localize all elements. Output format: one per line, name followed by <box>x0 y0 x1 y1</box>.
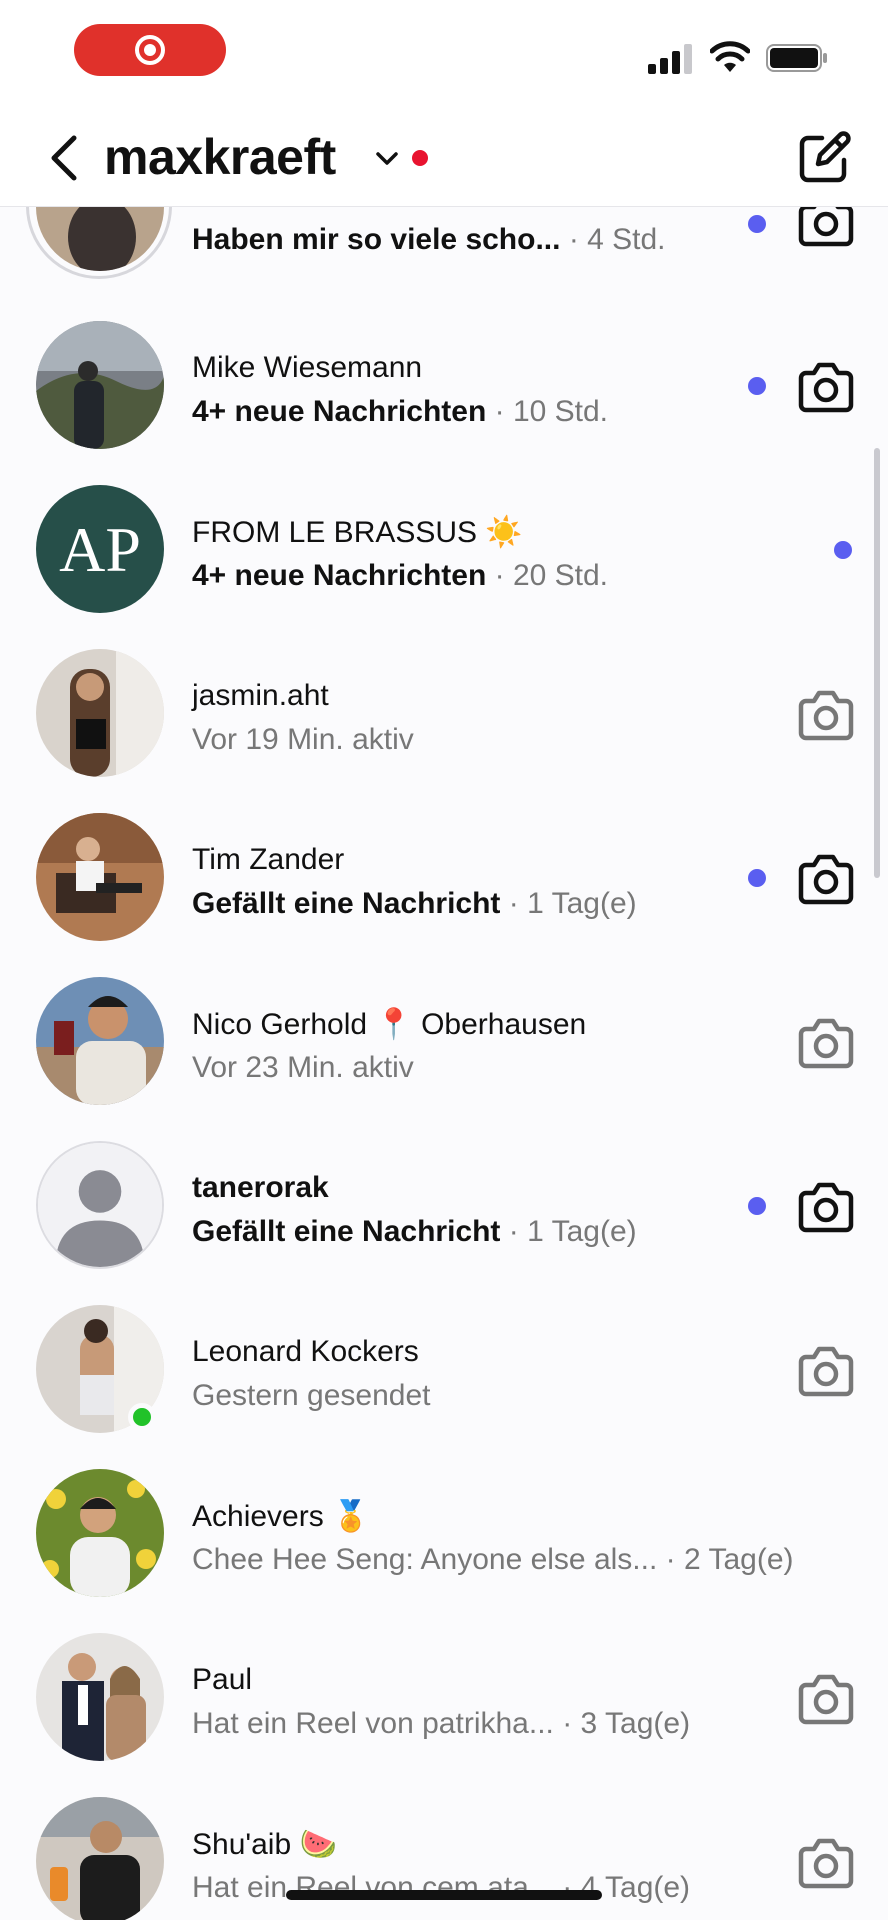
conversation-list[interactable]: Haben mir so viele scho... · 4 Std. Mike… <box>0 207 888 1920</box>
wifi-icon <box>710 41 750 72</box>
avatar[interactable] <box>36 1469 164 1597</box>
conversation-name: jasmin.aht <box>192 679 329 712</box>
conversation-name: Paul <box>192 1663 253 1696</box>
account-username[interactable]: maxkraeft <box>104 128 336 186</box>
camera-icon[interactable] <box>798 1837 854 1889</box>
camera-icon[interactable] <box>798 361 854 413</box>
conversation-name: tanerorak <box>192 1171 329 1204</box>
avatar[interactable] <box>36 1633 164 1761</box>
record-icon <box>135 35 165 65</box>
conversation-preview: 4+ neue Nachrichten · 20 Std. <box>192 559 609 592</box>
camera-icon[interactable] <box>798 853 854 905</box>
conversation-name: Shu'aib 🍉 <box>192 1828 337 1861</box>
conversation-name: Nico Gerhold 📍 Oberhausen <box>192 1008 587 1041</box>
conversation-preview: Haben mir so viele scho... · 4 Std. <box>192 223 666 256</box>
conversation-row[interactable]: Leonard Kockers Gestern gesendet <box>0 1287 888 1451</box>
conversation-preview: Vor 23 Min. aktiv <box>192 1051 414 1084</box>
unread-dot <box>748 1197 766 1215</box>
battery-icon <box>766 44 827 72</box>
account-notification-dot <box>412 150 428 166</box>
conversation-preview: Hat ein Reel von patrikha... · 3 Tag(e) <box>192 1707 691 1740</box>
camera-icon[interactable] <box>798 1345 854 1397</box>
unread-dot <box>748 377 766 395</box>
conversation-preview: Vor 19 Min. aktiv <box>192 723 414 756</box>
conversation-row[interactable]: Haben mir so viele scho... · 4 Std. <box>0 207 888 289</box>
camera-icon[interactable] <box>798 1181 854 1233</box>
conversation-name: Tim Zander <box>192 843 345 876</box>
camera-icon[interactable] <box>798 689 854 741</box>
unread-dot <box>748 215 766 233</box>
conversation-row[interactable]: Tim Zander Gefällt eine Nachricht · 1 Ta… <box>0 795 888 959</box>
online-status-dot <box>128 1403 156 1431</box>
conversation-row[interactable]: Paul Hat ein Reel von patrikha... · 3 Ta… <box>0 1615 888 1779</box>
scrollbar[interactable] <box>874 448 880 878</box>
conversation-name: Mike Wiesemann <box>192 351 423 384</box>
conversation-row[interactable]: Mike Wiesemann 4+ neue Nachrichten · 10 … <box>0 303 888 467</box>
conversation-row[interactable]: jasmin.aht Vor 19 Min. aktiv <box>0 631 888 795</box>
conversation-row[interactable]: AP FROM LE BRASSUS ☀️ 4+ neue Nachrichte… <box>0 467 888 631</box>
avatar[interactable] <box>36 977 164 1105</box>
conversation-name: FROM LE BRASSUS ☀️ <box>192 516 523 549</box>
camera-icon[interactable] <box>798 1017 854 1069</box>
camera-icon[interactable] <box>798 207 854 247</box>
conversation-preview: Gefällt eine Nachricht · 1 Tag(e) <box>192 887 637 920</box>
avatar[interactable] <box>36 649 164 777</box>
unread-dot <box>834 541 852 559</box>
avatar[interactable] <box>36 321 164 449</box>
conversation-name: Achievers 🏅 <box>192 1500 370 1533</box>
conversation-row[interactable]: Nico Gerhold 📍 Oberhausen Vor 23 Min. ak… <box>0 959 888 1123</box>
inbox-header: maxkraeft <box>0 110 888 207</box>
conversation-row[interactable]: Achievers 🏅 Chee Hee Seng: Anyone else a… <box>0 1451 888 1615</box>
conversation-preview: Gefällt eine Nachricht · 1 Tag(e) <box>192 1215 637 1248</box>
chevron-left-icon[interactable] <box>44 130 84 186</box>
home-indicator[interactable] <box>286 1890 602 1900</box>
ap-logo: AP <box>59 514 141 585</box>
screen-recording-indicator[interactable] <box>74 24 226 76</box>
conversation-name: Leonard Kockers <box>192 1335 419 1368</box>
avatar[interactable] <box>36 1797 164 1920</box>
avatar[interactable] <box>36 813 164 941</box>
chevron-down-icon[interactable] <box>374 146 400 172</box>
camera-icon[interactable] <box>798 1673 854 1725</box>
avatar[interactable]: AP <box>36 485 164 613</box>
conversation-row[interactable]: tanerorak Gefällt eine Nachricht · 1 Tag… <box>0 1123 888 1287</box>
conversation-preview: 4+ neue Nachrichten · 10 Std. <box>192 395 609 428</box>
avatar[interactable] <box>36 1141 164 1269</box>
unread-dot <box>748 869 766 887</box>
conversation-preview: Gestern gesendet <box>192 1379 431 1412</box>
status-bar <box>0 0 888 110</box>
conversation-preview: Chee Hee Seng: Anyone else als... · 2 Ta… <box>192 1543 794 1576</box>
compose-icon[interactable] <box>796 130 852 186</box>
cellular-signal-icon <box>648 44 692 74</box>
